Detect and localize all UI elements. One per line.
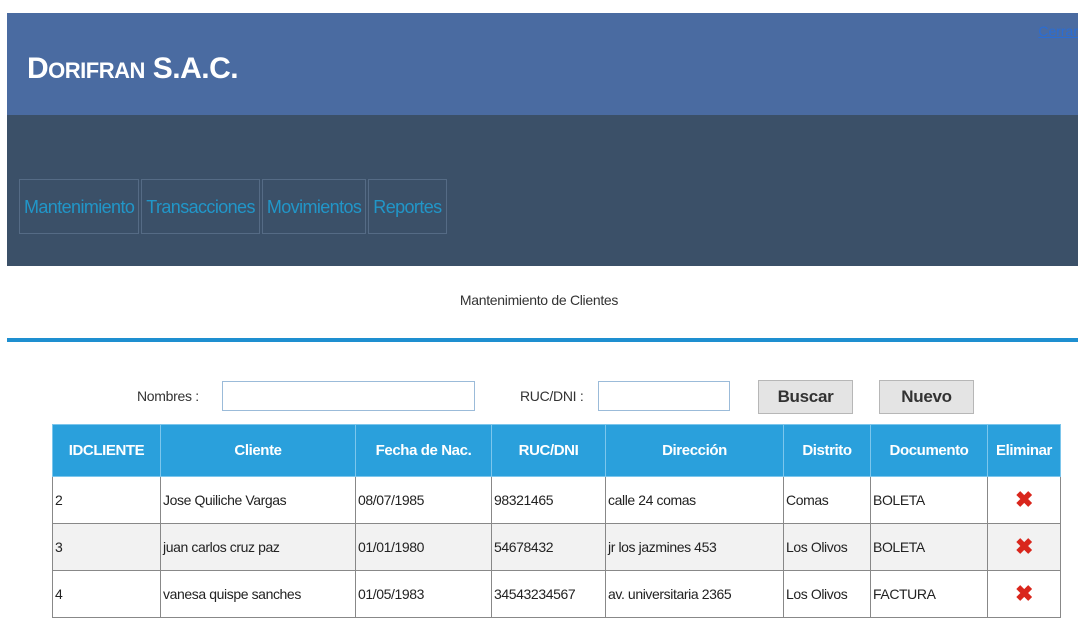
cell-ruc-dni: 98321465 — [491, 476, 606, 524]
nombres-input[interactable] — [222, 381, 475, 411]
cell-fecha-nac: 08/07/1985 — [355, 476, 492, 524]
delete-x-icon[interactable]: ✖ — [1015, 583, 1033, 605]
menu-item-transacciones[interactable]: Transacciones — [141, 179, 260, 234]
cell-cliente: vanesa quispe sanches — [160, 570, 356, 618]
menu-item-mantenimiento[interactable]: Mantenimiento — [19, 179, 140, 234]
nuevo-button[interactable]: Nuevo — [879, 380, 974, 414]
page-title: Mantenimiento de Clientes — [459, 292, 619, 308]
cell-documento: FACTURA — [870, 570, 988, 618]
cell-idcliente: 2 — [52, 476, 161, 524]
cell-cliente: juan carlos cruz paz — [160, 523, 356, 571]
cell-direccion: av. universitaria 2365 — [605, 570, 784, 618]
cell-ruc-dni: 34543234567 — [491, 570, 606, 618]
cell-eliminar: ✖ — [987, 523, 1061, 571]
cell-cliente: Jose Quiliche Vargas — [160, 476, 356, 524]
brand-logo: DORIFRAN S.A.C. — [27, 52, 239, 86]
col-cliente: Cliente — [160, 424, 356, 477]
table-row: 2 Jose Quiliche Vargas 08/07/1985 983214… — [52, 476, 1061, 524]
cell-direccion: calle 24 comas — [605, 476, 784, 524]
cell-documento: BOLETA — [870, 523, 988, 571]
ruc-label: RUC/DNI : — [520, 388, 584, 404]
col-documento: Documento — [870, 424, 988, 477]
col-distrito: Distrito — [783, 424, 871, 477]
cell-fecha-nac: 01/05/1983 — [355, 570, 492, 618]
cell-distrito: Los Olivos — [783, 523, 871, 571]
nombres-label: Nombres : — [137, 388, 199, 404]
header-bar: DORIFRAN S.A.C. Cerrar — [7, 13, 1078, 115]
col-direccion: Dirección — [605, 424, 784, 477]
cell-idcliente: 3 — [52, 523, 161, 571]
delete-x-icon[interactable]: ✖ — [1015, 489, 1033, 511]
cell-eliminar: ✖ — [987, 570, 1061, 618]
col-idcliente: IDCLIENTE — [52, 424, 161, 477]
logout-link[interactable]: Cerrar — [1038, 23, 1078, 39]
ruc-input[interactable] — [598, 381, 730, 411]
cell-idcliente: 4 — [52, 570, 161, 618]
brand-smallcaps: ORIFRAN — [48, 58, 145, 83]
table-row: 4 vanesa quispe sanches 01/05/1983 34543… — [52, 570, 1061, 618]
table-header-row: IDCLIENTE Cliente Fecha de Nac. RUC/DNI … — [52, 424, 1061, 477]
cell-fecha-nac: 01/01/1980 — [355, 523, 492, 571]
cell-direccion: jr los jazmines 453 — [605, 523, 784, 571]
cell-documento: BOLETA — [870, 476, 988, 524]
nav-band: Mantenimiento Transacciones Movimientos … — [7, 115, 1078, 266]
buscar-button[interactable]: Buscar — [758, 380, 853, 414]
col-fecha-nac: Fecha de Nac. — [355, 424, 492, 477]
brand-suffix: S.A.C. — [144, 52, 239, 85]
divider — [7, 338, 1078, 342]
brand-initial: D — [27, 52, 49, 85]
clientes-table: IDCLIENTE Cliente Fecha de Nac. RUC/DNI … — [52, 424, 1061, 618]
cell-distrito: Los Olivos — [783, 570, 871, 618]
cell-distrito: Comas — [783, 476, 871, 524]
menu-item-movimientos[interactable]: Movimientos — [261, 179, 367, 234]
main-menu: Mantenimiento Transacciones Movimientos … — [19, 179, 449, 234]
cell-eliminar: ✖ — [987, 476, 1061, 524]
col-eliminar: Eliminar — [987, 424, 1061, 477]
menu-item-reportes[interactable]: Reportes — [368, 179, 447, 234]
col-ruc-dni: RUC/DNI — [491, 424, 606, 477]
delete-x-icon[interactable]: ✖ — [1015, 536, 1033, 558]
cell-ruc-dni: 54678432 — [491, 523, 606, 571]
table-row: 3 juan carlos cruz paz 01/01/1980 546784… — [52, 523, 1061, 571]
